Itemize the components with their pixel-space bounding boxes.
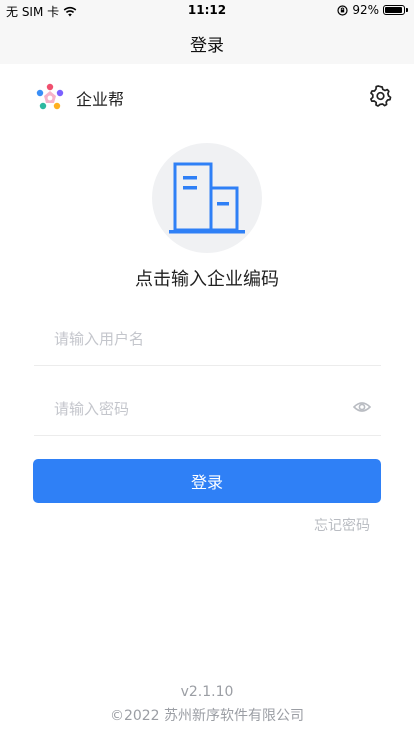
- password-field-row: [34, 382, 381, 436]
- orientation-lock-icon: [337, 4, 348, 16]
- company-code-button[interactable]: [152, 143, 262, 253]
- login-button[interactable]: 登录: [33, 459, 381, 503]
- brand-logo-icon: [36, 83, 64, 110]
- nav-bar: 登录: [0, 22, 414, 64]
- building-icon: [169, 162, 245, 234]
- copyright-label: ©2022 苏州新序软件有限公司: [109, 708, 305, 724]
- battery-body: [383, 5, 405, 15]
- status-bar: 无 SIM 卡 11:12 92%: [0, 0, 414, 22]
- status-right: 92%: [337, 3, 408, 17]
- company-code-prompt[interactable]: 点击输入企业编码: [0, 265, 414, 291]
- battery-percent: 92%: [352, 3, 379, 17]
- battery-icon: [383, 5, 408, 15]
- password-input[interactable]: [52, 382, 346, 436]
- battery-fill: [385, 7, 402, 13]
- brand-name: 企业帮: [76, 90, 125, 109]
- forgot-password-link[interactable]: 忘记密码: [314, 515, 370, 535]
- page-title: 登录: [190, 35, 224, 56]
- version-label: v2.1.10: [180, 684, 234, 700]
- battery-tip: [406, 8, 408, 12]
- gear-icon[interactable]: [368, 84, 392, 108]
- username-input[interactable]: [52, 312, 346, 366]
- brand-header: 企业帮: [34, 82, 124, 114]
- login-screen: 无 SIM 卡 11:12 92% 登录 企业帮 点击输入企业编码 请输入用户名…: [0, 0, 414, 736]
- eye-icon[interactable]: [353, 400, 371, 414]
- username-field-row: [34, 312, 381, 366]
